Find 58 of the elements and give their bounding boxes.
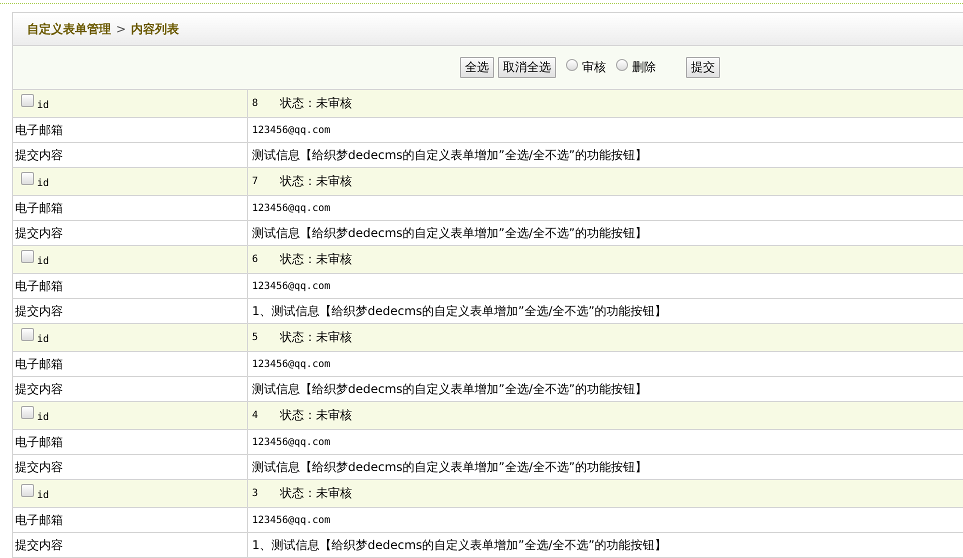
field-label: 提交内容 [15, 224, 63, 242]
field-label: 电子邮箱 [15, 122, 63, 138]
field-label: 电子邮箱 [15, 356, 63, 372]
field-value: 测试信息【给织梦dedecms的自定义表单增加”全选/全不选”的功能按钮】 [252, 146, 648, 164]
breadcrumb-current: 内容列表 [131, 20, 180, 38]
status-text: 状态：未审核 [280, 407, 352, 424]
radio-label: 审核 [582, 59, 606, 76]
status-text: 状态：未审核 [280, 251, 352, 268]
field-value: 123456@qq.com [252, 358, 330, 370]
field-value: 1、测试信息【给织梦dedecms的自定义表单增加”全选/全不选”的功能按钮】 [252, 536, 667, 554]
field-value: 1、测试信息【给织梦dedecms的自定义表单增加”全选/全不选”的功能按钮】 [252, 302, 667, 320]
status-text: 状态：未审核 [280, 95, 352, 112]
field-value: 123456@qq.com [252, 280, 330, 292]
field-value: 123456@qq.com [252, 202, 330, 214]
field-label: 电子邮箱 [15, 278, 63, 294]
breadcrumb-link[interactable]: 自定义表单管理 [27, 20, 111, 38]
field-value: 测试信息【给织梦dedecms的自定义表单增加”全选/全不选”的功能按钮】 [252, 380, 648, 398]
checkbox[interactable] [21, 484, 34, 497]
select-button[interactable]: 取消全选 [498, 57, 556, 78]
id-value: 6 [252, 254, 258, 265]
id-label: id [37, 100, 50, 111]
status-text: 状态：未审核 [280, 173, 352, 190]
radio-label: 删除 [632, 59, 656, 76]
field-value: 123456@qq.com [252, 514, 330, 526]
id-value: 7 [252, 176, 258, 187]
submit-button[interactable]: 提交 [686, 57, 720, 78]
field-label: 提交内容 [15, 536, 63, 554]
field-label: 提交内容 [15, 380, 63, 398]
field-value: 测试信息【给织梦dedecms的自定义表单增加”全选/全不选”的功能按钮】 [252, 224, 648, 242]
id-label: id [37, 256, 50, 267]
id-value: 4 [252, 410, 258, 421]
checkbox[interactable] [21, 172, 34, 185]
radio-button[interactable] [566, 58, 578, 70]
checkbox[interactable] [21, 250, 34, 263]
radio-button[interactable] [616, 58, 628, 70]
field-value: 123456@qq.com [252, 124, 330, 136]
field-label: 电子邮箱 [15, 200, 63, 216]
id-label: id [37, 334, 50, 345]
id-label: id [37, 412, 50, 423]
field-label: 电子邮箱 [15, 434, 63, 450]
id-label: id [37, 490, 50, 501]
status-text: 状态：未审核 [280, 329, 352, 346]
checkbox[interactable] [21, 94, 34, 107]
id-value: 3 [252, 488, 258, 499]
field-label: 提交内容 [15, 302, 63, 320]
field-value: 123456@qq.com [252, 436, 330, 448]
id-value: 8 [252, 98, 258, 109]
breadcrumb-separator: > [116, 22, 126, 36]
field-label: 电子邮箱 [15, 512, 63, 528]
field-value: 测试信息【给织梦dedecms的自定义表单增加”全选/全不选”的功能按钮】 [252, 458, 648, 476]
checkbox[interactable] [21, 406, 34, 419]
id-value: 5 [252, 332, 258, 343]
status-text: 状态：未审核 [280, 485, 352, 502]
checkbox[interactable] [21, 328, 34, 341]
select-button[interactable]: 全选 [460, 57, 494, 78]
field-label: 提交内容 [15, 458, 63, 476]
field-label: 提交内容 [15, 146, 63, 164]
id-label: id [37, 178, 50, 189]
